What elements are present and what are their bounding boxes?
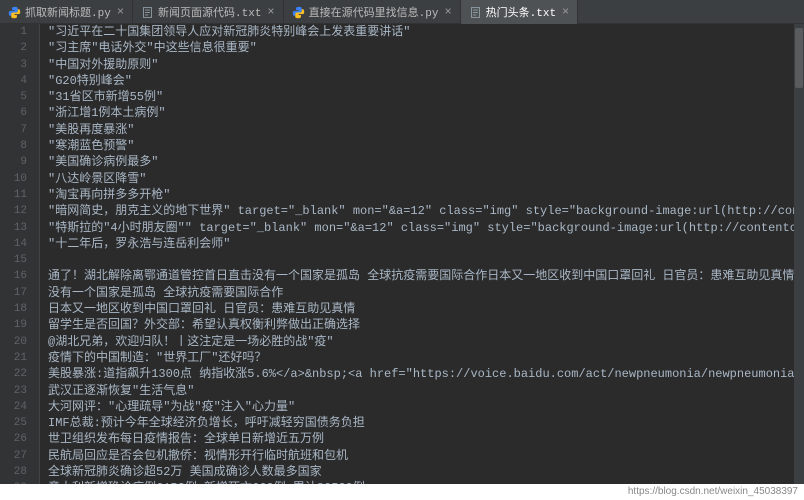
footer-watermark: https://blog.csdn.net/weixin_45038397	[0, 484, 804, 500]
code-line[interactable]: "美股再度暴涨"	[48, 122, 804, 138]
code-line[interactable]: IMF总裁:预计今年全球经济负增长，呼吁减轻穷国债务负担	[48, 415, 804, 431]
code-line[interactable]: 通了！湖北解除离鄂通道管控首日直击没有一个国家是孤岛 全球抗疫需要国际合作日本又…	[48, 268, 804, 284]
code-line[interactable]: "习近平在二十国集团领导人应对新冠肺炎特别峰会上发表重要讲话"	[48, 24, 804, 40]
code-line[interactable]: 日本又一地区收到中国口罩回礼 日官员：患难互助见真情	[48, 301, 804, 317]
code-line[interactable]: 留学生是否回国？外交部：希望认真权衡利弊做出正确选择	[48, 317, 804, 333]
line-number: 7	[0, 122, 27, 138]
code-line[interactable]: "浙江增1例本土病例"	[48, 105, 804, 121]
code-line[interactable]	[48, 252, 804, 268]
code-line[interactable]: 大河网评："心理疏导"为战"疫"注入"心力量"	[48, 399, 804, 415]
vertical-scrollbar[interactable]	[794, 24, 804, 484]
line-number: 18	[0, 301, 27, 317]
code-content[interactable]: "习近平在二十国集团领导人应对新冠肺炎特别峰会上发表重要讲话""习主席"电话外交…	[40, 24, 804, 484]
code-line[interactable]: "暗网简史，朋克主义的地下世界" target="_blank" mon="&a…	[48, 203, 804, 219]
code-line[interactable]: 全球新冠肺炎确诊超52万 美国成确诊人数最多国家	[48, 464, 804, 480]
scrollbar-thumb[interactable]	[795, 28, 803, 88]
tab-file-2[interactable]: 新闻页面源代码.txt ×	[133, 0, 284, 24]
line-number-gutter: 1234567891011121314151617181920212223242…	[0, 24, 40, 484]
line-number: 8	[0, 138, 27, 154]
code-line[interactable]: "31省区市新增55例"	[48, 89, 804, 105]
line-number: 16	[0, 268, 27, 284]
tab-label: 直接在源代码里找信息.py	[309, 4, 439, 20]
line-number: 12	[0, 203, 27, 219]
code-line[interactable]: 美股暴涨:道指飙升1300点 纳指收涨5.6%</a>&nbsp;<a href…	[48, 366, 804, 382]
python-icon	[8, 6, 21, 19]
close-icon[interactable]: ×	[267, 5, 274, 19]
tab-label: 抓取新闻标题.py	[25, 4, 111, 20]
close-icon[interactable]: ×	[117, 5, 124, 19]
line-number: 2	[0, 40, 27, 56]
code-line[interactable]: 武汉正逐渐恢复"生活气息"	[48, 383, 804, 399]
line-number: 21	[0, 350, 27, 366]
code-line[interactable]: "G20特别峰会"	[48, 73, 804, 89]
line-number: 6	[0, 105, 27, 121]
line-number: 19	[0, 317, 27, 333]
tab-label: 新闻页面源代码.txt	[158, 4, 261, 20]
code-line[interactable]: "寒潮蓝色预警"	[48, 138, 804, 154]
editor-tabs: 抓取新闻标题.py × 新闻页面源代码.txt × 直接在源代码里找信息.py …	[0, 0, 804, 24]
line-number: 15	[0, 252, 27, 268]
code-line[interactable]: 民航局回应是否会包机撤侨：视情形开行临时航班和包机	[48, 448, 804, 464]
close-icon[interactable]: ×	[444, 5, 451, 19]
line-number: 5	[0, 89, 27, 105]
code-line[interactable]: "八达岭景区降雪"	[48, 171, 804, 187]
code-line[interactable]: "习主席"电话外交"中这些信息很重要"	[48, 40, 804, 56]
line-number: 28	[0, 464, 27, 480]
tab-label: 热门头条.txt	[486, 4, 556, 20]
text-file-icon	[469, 6, 482, 19]
code-line[interactable]: "美国确诊病例最多"	[48, 154, 804, 170]
close-icon[interactable]: ×	[562, 5, 569, 19]
code-line[interactable]: 没有一个国家是孤岛 全球抗疫需要国际合作	[48, 285, 804, 301]
line-number: 27	[0, 448, 27, 464]
line-number: 10	[0, 171, 27, 187]
python-icon	[292, 6, 305, 19]
line-number: 1	[0, 24, 27, 40]
line-number: 22	[0, 366, 27, 382]
footer-url: https://blog.csdn.net/weixin_45038397	[628, 486, 798, 497]
line-number: 25	[0, 415, 27, 431]
line-number: 4	[0, 73, 27, 89]
tab-file-3[interactable]: 直接在源代码里找信息.py ×	[284, 0, 461, 24]
line-number: 11	[0, 187, 27, 203]
line-number: 14	[0, 236, 27, 252]
line-number: 3	[0, 57, 27, 73]
code-line[interactable]: 世卫组织发布每日疫情报告：全球单日新增近五万例	[48, 431, 804, 447]
tab-file-1[interactable]: 抓取新闻标题.py ×	[0, 0, 133, 24]
code-line[interactable]: "特斯拉的"4小时朋友圈"" target="_blank" mon="&a=1…	[48, 220, 804, 236]
line-number: 13	[0, 220, 27, 236]
text-file-icon	[141, 6, 154, 19]
code-line[interactable]: "淘宝再向拼多多开枪"	[48, 187, 804, 203]
code-line[interactable]: 疫情下的中国制造："世界工厂"还好吗？	[48, 350, 804, 366]
code-line[interactable]: @湖北兄弟，欢迎归队！丨这注定是一场必胜的战"疫"	[48, 334, 804, 350]
tab-file-4[interactable]: 热门头条.txt ×	[461, 0, 579, 24]
code-line[interactable]: "中国对外援助原则"	[48, 57, 804, 73]
editor-area: 1234567891011121314151617181920212223242…	[0, 24, 804, 484]
line-number: 24	[0, 399, 27, 415]
line-number: 23	[0, 383, 27, 399]
line-number: 17	[0, 285, 27, 301]
line-number: 9	[0, 154, 27, 170]
line-number: 26	[0, 431, 27, 447]
code-line[interactable]: "十二年后，罗永浩与连岳利会师"	[48, 236, 804, 252]
line-number: 20	[0, 334, 27, 350]
